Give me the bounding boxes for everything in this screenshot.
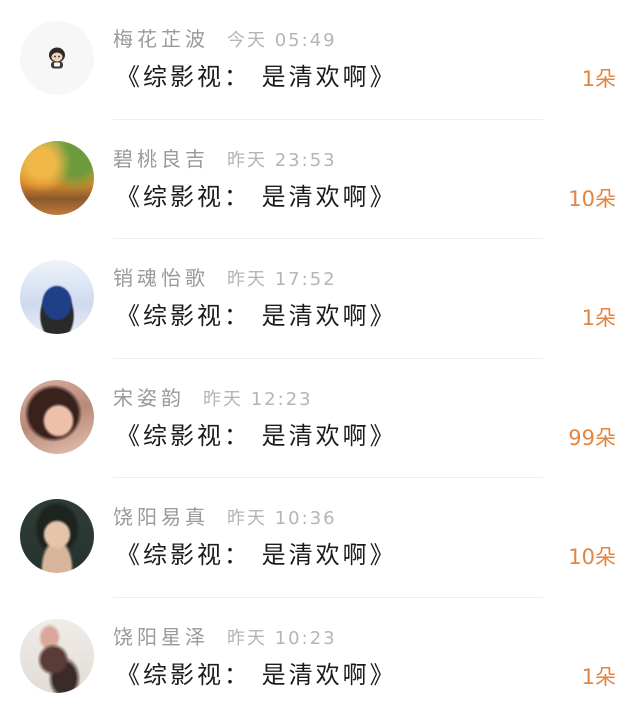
avatar[interactable] <box>20 499 94 573</box>
flower-count: 1朵 <box>581 306 616 330</box>
work-title: 《综影视： 是清欢啊》 <box>116 302 397 330</box>
send-time: 昨天 10:23 <box>227 627 337 649</box>
avatar[interactable] <box>20 21 94 95</box>
sender-name: 宋姿韵 <box>113 385 185 410</box>
flower-count: 1朵 <box>581 67 616 91</box>
list-item[interactable]: 宋姿韵 昨天 12:23 《综影视： 是清欢啊》 99朵 <box>0 359 640 478</box>
list-item[interactable]: 饶阳易真 昨天 10:36 《综影视： 是清欢啊》 10朵 <box>0 478 640 598</box>
work-title: 《综影视： 是清欢啊》 <box>116 182 397 211</box>
avatar[interactable] <box>20 140 94 215</box>
sender-name: 销魂怡歌 <box>113 266 209 290</box>
work-title: 《综影视： 是清欢啊》 <box>116 541 397 569</box>
send-time: 昨天 12:23 <box>203 388 313 410</box>
sender-name: 饶阳易真 <box>113 505 209 529</box>
list-item[interactable]: 销魂怡歌 昨天 17:52 《综影视： 是清欢啊》 1朵 <box>0 239 640 359</box>
send-time: 昨天 17:52 <box>227 269 337 290</box>
list-item[interactable]: 饶阳星泽 昨天 10:23 《综影视： 是清欢啊》 1朵 <box>0 598 640 718</box>
flower-count: 10朵 <box>568 545 616 569</box>
list-item[interactable]: 梅花芷波 今天 05:49 《综影视： 是清欢啊》 1朵 <box>0 0 640 120</box>
cartoon-avatar-icon <box>49 47 65 69</box>
sender-name: 饶阳星泽 <box>113 624 209 649</box>
send-time: 今天 05:49 <box>227 30 337 51</box>
list-item[interactable]: 碧桃良吉 昨天 23:53 《综影视： 是清欢啊》 10朵 <box>0 120 640 239</box>
sender-name: 梅花芷波 <box>113 27 209 51</box>
flower-count: 1朵 <box>581 664 616 689</box>
avatar[interactable] <box>20 379 94 454</box>
work-title: 《综影视： 是清欢啊》 <box>116 421 397 450</box>
sender-name: 碧桃良吉 <box>113 146 209 171</box>
send-time: 昨天 23:53 <box>227 149 337 171</box>
flower-count: 10朵 <box>568 186 616 211</box>
send-time: 昨天 10:36 <box>227 508 337 529</box>
avatar[interactable] <box>20 618 94 693</box>
work-title: 《综影视： 是清欢啊》 <box>116 63 397 91</box>
flower-count: 99朵 <box>568 425 616 450</box>
work-title: 《综影视： 是清欢啊》 <box>116 660 397 689</box>
avatar[interactable] <box>20 260 94 334</box>
